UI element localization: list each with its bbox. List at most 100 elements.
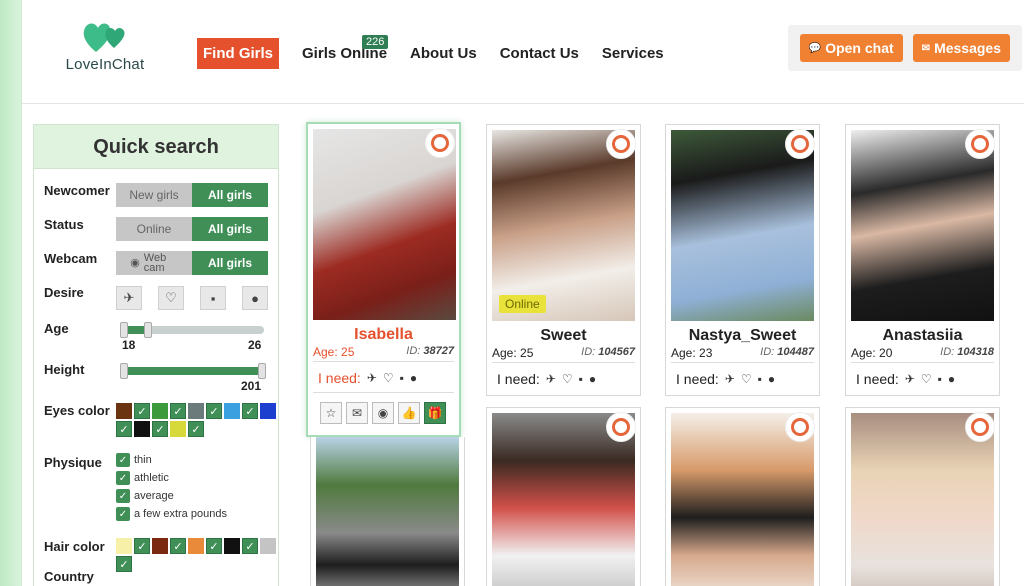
send-letter-icon[interactable]: ✉ (346, 402, 368, 424)
newcomer-all-girls-option[interactable]: All girls (192, 183, 268, 207)
plane-icon: ✈ (366, 371, 377, 385)
hair-red-swatch[interactable] (188, 538, 204, 554)
eye-check[interactable]: ✓ (170, 403, 186, 419)
age-slider[interactable] (120, 322, 264, 338)
needs-label: I need: (318, 370, 361, 386)
eye-check[interactable]: ✓ (242, 403, 258, 419)
gift-icon[interactable]: 🎁 (424, 402, 446, 424)
eye-darkblue-swatch[interactable] (260, 403, 276, 419)
profile-card[interactable] (310, 437, 465, 586)
nav-girls-online[interactable]: Girls Online 226 (302, 34, 389, 62)
profile-id: ID: 104567 (581, 346, 635, 358)
open-chat-button[interactable]: 💬 Open chat (799, 34, 903, 62)
eye-check[interactable]: ✓ (188, 421, 204, 437)
checkbox-checked-icon: ✓ (116, 489, 130, 503)
nav-contact-us[interactable]: Contact Us (500, 45, 579, 62)
profile-name[interactable]: Nastya_Sweet (666, 327, 819, 345)
status-all-girls-option[interactable]: All girls (192, 217, 268, 241)
webcam-option-label: Web cam (143, 252, 167, 274)
physique-average[interactable]: ✓ average (116, 487, 227, 505)
eye-check[interactable]: ✓ (134, 403, 150, 419)
eyes-color-label: Eyes color (44, 403, 110, 418)
profile-id-label: ID: (760, 346, 775, 358)
profile-card[interactable]: Isabella Age: 25 ID: 38727 I need: ✈ ♡ ▪… (306, 122, 461, 437)
medal-icon (785, 412, 815, 442)
profile-name[interactable]: Anastasiia (846, 327, 999, 345)
hair-check[interactable]: ✓ (134, 538, 150, 554)
height-max-handle[interactable] (258, 363, 266, 379)
view-profile-eye-icon[interactable]: ◉ (372, 402, 394, 424)
age-label: Age (44, 321, 69, 336)
profile-photo[interactable] (313, 129, 456, 320)
profile-card[interactable] (665, 407, 820, 586)
eye-check[interactable]: ✓ (116, 421, 132, 437)
physique-athletic[interactable]: ✓ athletic (116, 469, 227, 487)
height-slider[interactable] (120, 363, 266, 379)
webcam-all-girls-option[interactable]: All girls (192, 251, 268, 275)
profile-name[interactable]: Isabella (308, 326, 459, 344)
profile-photo[interactable] (671, 130, 814, 321)
new-girls-option[interactable]: New girls (116, 183, 192, 207)
profile-age: Age: 20 (851, 346, 893, 360)
status-label: Status (44, 217, 84, 232)
needs-row: I need: ✈ ♡ ▪ ● (318, 370, 417, 386)
left-strip (0, 0, 22, 586)
profile-card[interactable]: Anastasiia Age: 20 ID: 104318 I need: ✈ … (845, 124, 1000, 396)
profile-photo[interactable] (316, 437, 459, 586)
dialog-icon[interactable]: ● (242, 286, 268, 310)
physique-extra-pounds[interactable]: ✓ a few extra pounds (116, 505, 227, 523)
messages-button[interactable]: ✉ Messages (912, 34, 1010, 62)
eyes-color-swatches: ✓ ✓ ✓ ✓ ✓ ✓ ✓ (116, 403, 276, 437)
hair-gray-swatch[interactable] (260, 538, 276, 554)
profile-card[interactable]: Online Sweet Age: 25 ID: 104567 I need: … (486, 124, 641, 396)
webcam-option[interactable]: ◉ Web cam (116, 251, 192, 275)
nav-about-us[interactable]: About Us (410, 45, 477, 62)
physique-extra-pounds-label: a few extra pounds (134, 508, 227, 520)
rings-icon[interactable]: ♡ (158, 286, 184, 310)
medal-icon (606, 412, 636, 442)
profile-name[interactable]: Sweet (487, 327, 640, 345)
like-thumb-icon[interactable]: 👍 (398, 402, 420, 424)
online-option[interactable]: Online (116, 217, 192, 241)
plane-icon[interactable]: ✈ (116, 286, 142, 310)
chat-icon[interactable]: ▪ (200, 286, 226, 310)
favorite-star-icon[interactable]: ☆ (320, 402, 342, 424)
hair-check[interactable]: ✓ (206, 538, 222, 554)
height-min-handle[interactable] (120, 363, 128, 379)
hair-check[interactable]: ✓ (170, 538, 186, 554)
nav-find-girls[interactable]: Find Girls (197, 37, 280, 69)
plane-icon: ✈ (904, 372, 915, 386)
eye-black-swatch[interactable] (134, 421, 150, 437)
hair-black-swatch[interactable] (224, 538, 240, 554)
profile-card[interactable]: Nastya_Sweet Age: 23 ID: 104487 I need: … (665, 124, 820, 396)
dialog-icon: ● (588, 372, 597, 386)
eye-gray-swatch[interactable] (188, 403, 204, 419)
logo[interactable]: LoveInChat (60, 18, 150, 73)
divider (671, 362, 814, 363)
hair-check[interactable]: ✓ (116, 556, 132, 572)
eye-blue-swatch[interactable] (224, 403, 240, 419)
eye-green-swatch[interactable] (152, 403, 168, 419)
physique-thin[interactable]: ✓ thin (116, 451, 227, 469)
eye-check[interactable]: ✓ (206, 403, 222, 419)
eye-check[interactable]: ✓ (152, 421, 168, 437)
quick-search-title: Quick search (34, 125, 278, 169)
hair-check[interactable]: ✓ (242, 538, 258, 554)
eye-hazel-swatch[interactable] (170, 421, 186, 437)
nav-services[interactable]: Services (602, 45, 664, 62)
checkbox-checked-icon: ✓ (116, 453, 130, 467)
age-max-handle[interactable] (144, 322, 152, 338)
profile-photo[interactable] (851, 130, 994, 321)
header-actions: 💬 Open chat ✉ Messages (787, 25, 1022, 71)
online-status-badge: Online (499, 295, 546, 313)
profile-photo[interactable] (492, 130, 635, 321)
hair-brown-swatch[interactable] (152, 538, 168, 554)
messages-label: Messages (934, 40, 1001, 56)
desire-options: ✈ ♡ ▪ ● (116, 286, 268, 310)
profile-card[interactable] (486, 407, 641, 586)
profile-id-value: 38727 (423, 345, 454, 357)
profile-card[interactable] (845, 407, 1000, 586)
hair-blonde-swatch[interactable] (116, 538, 132, 554)
eye-brown-swatch[interactable] (116, 403, 132, 419)
age-min-handle[interactable] (120, 322, 128, 338)
